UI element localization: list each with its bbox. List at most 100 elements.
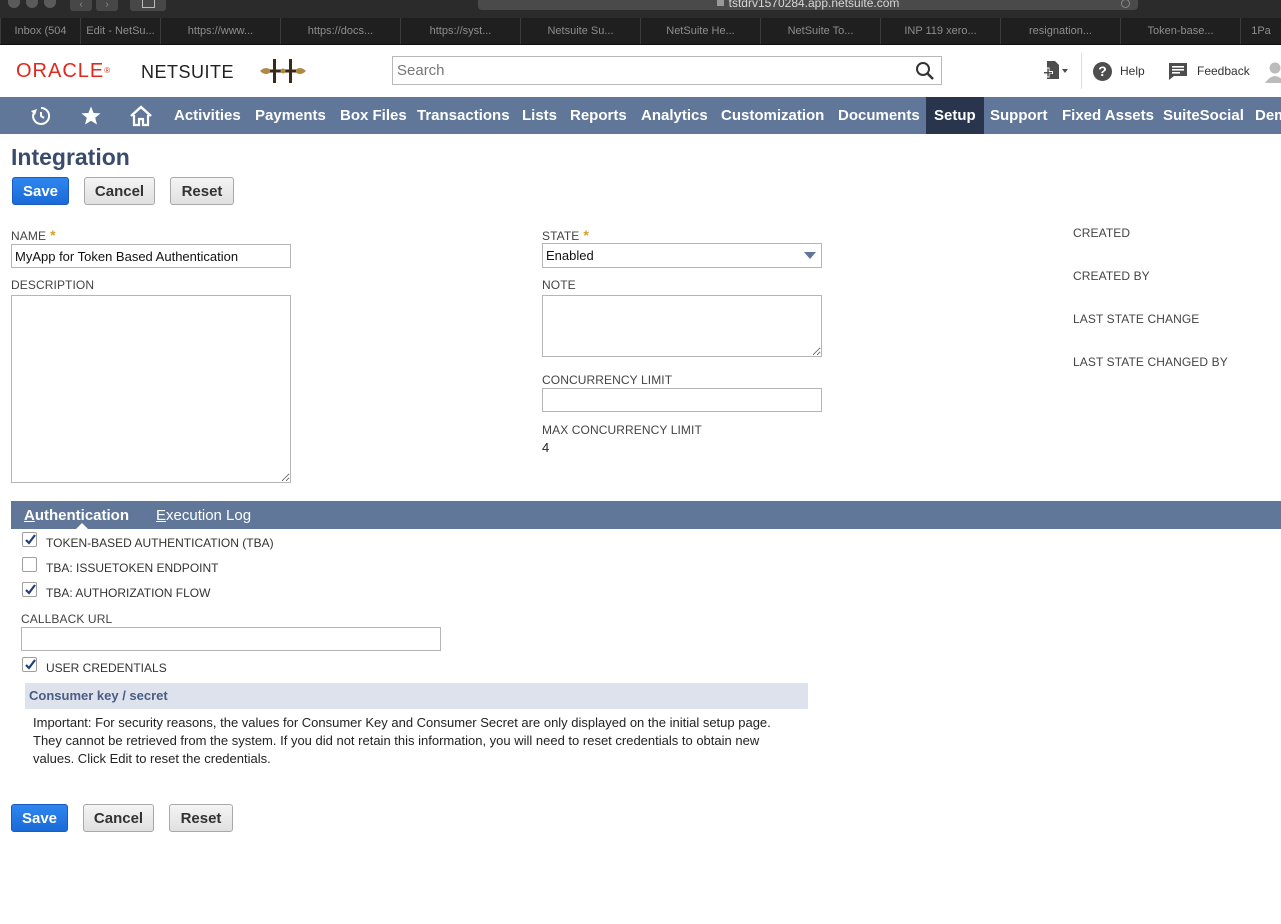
sidebar-toggle-icon[interactable] (130, 0, 166, 11)
main-navigation: Activities Payments Box Files Transactio… (0, 97, 1281, 134)
reset-button-bottom[interactable]: Reset (169, 804, 233, 832)
browser-tab[interactable]: https://www... (160, 18, 280, 44)
registered-mark: ® (104, 66, 112, 75)
browser-tab[interactable]: NetSuite To... (760, 18, 880, 44)
nav-suitesocial[interactable]: SuiteSocial (1155, 97, 1252, 134)
save-button[interactable]: Save (12, 177, 69, 205)
note-textarea[interactable] (542, 295, 822, 357)
browser-tab[interactable]: INP 119 xero... (880, 18, 1000, 44)
browser-tab[interactable]: Edit - NetSu... (80, 18, 160, 44)
browser-tab[interactable]: NetSuite He... (640, 18, 760, 44)
minimize-window-button[interactable] (26, 0, 38, 8)
nav-transactions[interactable]: Transactions (409, 97, 518, 134)
recent-records-icon[interactable] (23, 97, 59, 134)
max-concurrency-limit-value: 4 (542, 440, 550, 455)
browser-tab[interactable]: 1Pa (1240, 18, 1281, 44)
user-credentials-checkbox[interactable] (22, 657, 37, 672)
url-text: tstdrv1570284.app.netsuite.com (728, 0, 900, 10)
lock-icon (716, 0, 724, 6)
tab-authentication-accesskey: A (24, 507, 35, 524)
browser-toolbar: ‹ › tstdrv1570284.app.netsuite.com (0, 0, 1281, 18)
state-label-text: STATE (542, 229, 580, 243)
browser-tab-strip: Inbox (504 Edit - NetSu... https://www..… (0, 18, 1281, 45)
header-separator (1081, 53, 1082, 89)
netsuite-header: ORACLE® NETSUITE ? Help Fee (0, 45, 1281, 97)
callback-url-input[interactable] (21, 627, 441, 651)
cancel-button-bottom[interactable]: Cancel (83, 804, 154, 832)
forward-icon[interactable]: › (96, 0, 118, 11)
nav-payments[interactable]: Payments (247, 97, 334, 134)
address-bar[interactable]: tstdrv1570284.app.netsuite.com (478, 0, 1138, 10)
state-select-value: Enabled (546, 248, 594, 263)
browser-tab[interactable]: Netsuite Su... (520, 18, 640, 44)
nav-setup[interactable]: Setup (926, 97, 984, 134)
issuetoken-endpoint-label: TBA: ISSUETOKEN ENDPOINT (46, 561, 219, 575)
global-search (392, 56, 942, 85)
browser-tab[interactable]: resignation... (1000, 18, 1120, 44)
nav-demo[interactable]: Dem (1247, 97, 1281, 134)
create-new-icon[interactable] (1040, 59, 1070, 83)
state-select[interactable]: Enabled (542, 243, 822, 268)
back-icon[interactable]: ‹ (70, 0, 92, 11)
concurrency-limit-input[interactable] (542, 388, 822, 412)
authorization-flow-label: TBA: AUTHORIZATION FLOW (46, 586, 211, 600)
tab-execution-log-label: xecution Log (166, 507, 252, 524)
feedback-link[interactable]: Feedback (1167, 60, 1250, 82)
authorization-flow-checkbox[interactable] (22, 582, 37, 597)
last-state-changed-by-label: LAST STATE CHANGED BY (1073, 355, 1228, 369)
issuetoken-endpoint-checkbox[interactable] (22, 557, 37, 572)
browser-tab[interactable]: Token-base... (1120, 18, 1240, 44)
tba-checkbox[interactable] (22, 532, 37, 547)
global-search-input[interactable] (393, 57, 893, 84)
required-indicator: * (50, 227, 56, 243)
nav-fixed-assets[interactable]: Fixed Assets (1054, 97, 1162, 134)
name-input[interactable] (11, 244, 291, 268)
browser-tab[interactable]: Inbox (504 (0, 18, 80, 44)
state-field-label: STATE * (542, 227, 589, 243)
shortcuts-star-icon[interactable] (73, 97, 109, 134)
reset-button[interactable]: Reset (170, 177, 234, 205)
nav-documents[interactable]: Documents (830, 97, 928, 134)
nav-box-files[interactable]: Box Files (332, 97, 415, 134)
oracle-logo-text: ORACLE (16, 60, 105, 82)
nav-support[interactable]: Support (982, 97, 1056, 134)
checkmark-icon (25, 584, 36, 595)
tab-authentication-label: uthentication (34, 507, 130, 524)
help-link[interactable]: ? Help (1093, 60, 1145, 82)
user-avatar-icon[interactable] (1264, 61, 1281, 83)
save-button-bottom[interactable]: Save (11, 804, 68, 832)
nav-customization[interactable]: Customization (713, 97, 832, 134)
search-icon[interactable] (915, 61, 935, 81)
checkmark-icon (25, 659, 36, 670)
nav-lists[interactable]: Lists (514, 97, 565, 134)
created-label: CREATED (1073, 226, 1131, 240)
help-icon: ? (1093, 61, 1112, 81)
tab-execution-log[interactable]: Execution Log (156, 501, 251, 529)
company-brand-logo-icon (260, 59, 306, 83)
name-field-label: NAME * (11, 227, 56, 243)
consumer-key-secret-section: Consumer key / secret (25, 683, 808, 709)
cancel-button[interactable]: Cancel (84, 177, 155, 205)
security-notice: Important: For security reasons, the val… (33, 715, 771, 766)
last-state-change-label: LAST STATE CHANGE (1073, 312, 1200, 326)
browser-tab[interactable]: https://syst... (400, 18, 520, 44)
name-label-text: NAME (11, 229, 47, 243)
page-title: Integration (11, 144, 130, 170)
note-label: NOTE (542, 278, 576, 292)
nav-analytics[interactable]: Analytics (633, 97, 716, 134)
description-label: DESCRIPTION (11, 278, 95, 292)
nav-reports[interactable]: Reports (562, 97, 635, 134)
checkmark-icon (25, 534, 36, 545)
oracle-logo[interactable]: ORACLE® (16, 61, 111, 81)
netsuite-logo[interactable]: NETSUITE (141, 62, 234, 82)
nav-activities[interactable]: Activities (166, 97, 249, 134)
feedback-label: Feedback (1197, 64, 1250, 78)
description-textarea[interactable] (11, 295, 291, 483)
chevron-down-icon (804, 252, 816, 259)
concurrency-limit-label: CONCURRENCY LIMIT (542, 373, 673, 387)
close-window-button[interactable] (8, 0, 20, 8)
browser-tab[interactable]: https://docs... (280, 18, 400, 44)
zoom-window-button[interactable] (44, 0, 56, 8)
home-icon[interactable] (123, 97, 159, 134)
required-indicator: * (583, 227, 589, 243)
